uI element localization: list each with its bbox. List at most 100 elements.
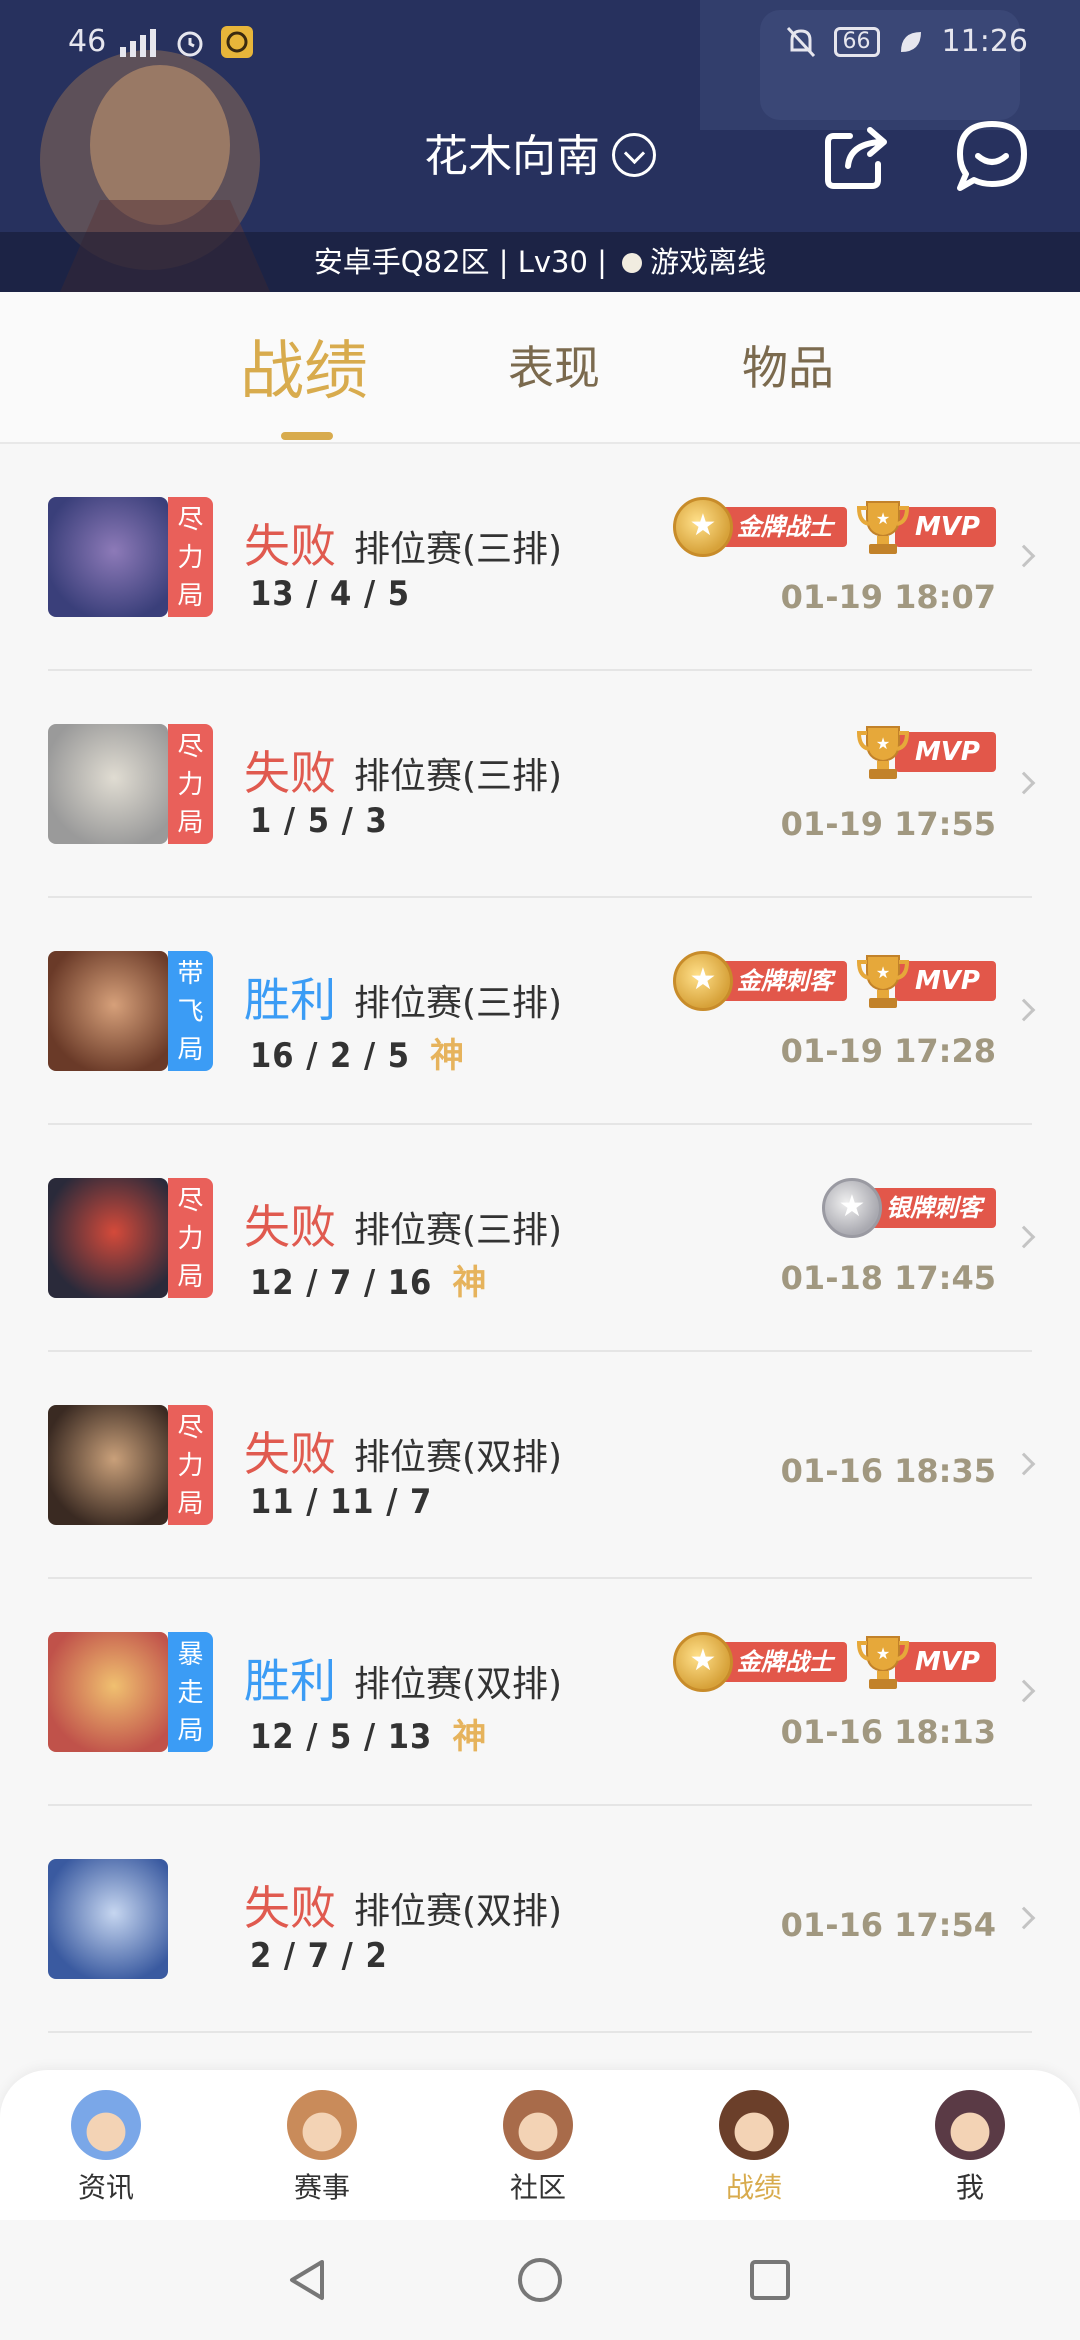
recents-icon[interactable] xyxy=(746,2256,794,2304)
nav-events[interactable]: 赛事 xyxy=(262,2090,382,2206)
tab-items[interactable]: 物品 xyxy=(742,332,834,398)
mvp-label: MVP xyxy=(894,732,996,772)
kda-value: 11 / 11 / 7 xyxy=(250,1482,433,1522)
match-time: 01-19 17:28 xyxy=(780,1032,996,1070)
nav-me-icon xyxy=(935,2090,1005,2160)
svg-text:★: ★ xyxy=(876,963,890,982)
hero-avatar xyxy=(48,1178,168,1298)
chevron-right-icon xyxy=(1012,771,1036,795)
nav-community-label: 社区 xyxy=(509,2171,566,2204)
profile-header: 46 66 11:26 花木向南 安卓手Q82区 | Lv30 | 游戏离线 xyxy=(0,0,1080,292)
medal-badge: 金牌战士 xyxy=(672,1631,847,1693)
kda-stats: 1 / 5 / 3 xyxy=(250,801,388,841)
app-notification-icon xyxy=(221,25,254,58)
kda-stats: 13 / 4 / 5 xyxy=(250,574,410,614)
match-row[interactable]: 带飞局胜利排位赛(三排)16 / 2 / 5神金牌刺客★MVP01-19 17:… xyxy=(0,898,1080,1125)
chat-icon[interactable] xyxy=(954,118,1030,194)
nav-events-icon xyxy=(287,2090,357,2160)
match-time: 01-19 17:55 xyxy=(780,805,996,843)
chevron-right-icon xyxy=(1012,1679,1036,1703)
match-result: 胜利 xyxy=(244,973,336,1027)
medal-icon xyxy=(672,1632,733,1692)
alarm-icon xyxy=(177,31,203,56)
match-time: 01-16 18:13 xyxy=(780,1713,996,1751)
kda-value: 2 / 7 / 2 xyxy=(250,1936,388,1976)
mvp-label: MVP xyxy=(894,507,996,547)
kda-stats: 11 / 11 / 7 xyxy=(250,1482,432,1522)
match-mode: 排位赛(双排) xyxy=(354,1891,563,1932)
nav-me[interactable]: 我 xyxy=(910,2090,1030,2206)
tab-active-indicator xyxy=(281,432,333,440)
kda-value: 12 / 5 / 13 xyxy=(250,1717,433,1757)
offline-dot-icon xyxy=(622,253,643,273)
hero-avatar xyxy=(48,951,168,1071)
match-time: 01-16 18:35 xyxy=(780,1452,996,1490)
nav-records[interactable]: 战绩 xyxy=(694,2090,814,2206)
username: 花木向南 xyxy=(424,131,600,182)
match-result: 失败 xyxy=(244,519,336,573)
svg-text:★: ★ xyxy=(876,1644,890,1663)
mvp-badge: ★ MVP xyxy=(856,952,996,1010)
match-time: 01-19 18:07 xyxy=(780,578,996,616)
achievements: 金牌刺客★MVP xyxy=(672,950,996,1012)
hero-avatar xyxy=(48,497,168,617)
match-result: 胜利 xyxy=(244,1654,336,1708)
match-result: 失败 xyxy=(244,1881,336,1935)
achievements: 银牌刺客 xyxy=(822,1177,996,1239)
kda-value: 16 / 2 / 5 xyxy=(250,1036,411,1076)
status-bar: 46 66 11:26 xyxy=(0,0,1080,86)
match-type-badge: 暴走局 xyxy=(168,1632,213,1752)
god-mark: 神 xyxy=(430,1036,466,1076)
match-result: 失败 xyxy=(244,1427,336,1481)
match-row[interactable]: 尽力局 失败 排位赛(三排) 1 / 5 / 3 ★ MVP 01-19 17:55 xyxy=(0,671,1080,898)
nav-community-icon xyxy=(503,2090,573,2160)
nav-records-icon xyxy=(719,2090,789,2160)
kda-value: 1 / 5 / 3 xyxy=(250,801,388,841)
signal-bars-icon xyxy=(120,28,157,57)
kda-stats: 12 / 7 / 16 神 xyxy=(250,1255,487,1304)
mvp-label: MVP xyxy=(894,961,996,1001)
share-icon[interactable] xyxy=(820,118,896,194)
nav-me-label: 我 xyxy=(955,2171,984,2204)
medal-icon xyxy=(672,497,733,557)
mvp-label: MVP xyxy=(894,1642,996,1682)
match-time: 01-18 17:45 xyxy=(780,1259,996,1297)
match-mode: 排位赛(三排) xyxy=(354,529,563,570)
medal-icon xyxy=(822,1178,882,1238)
achievements: ★ MVP xyxy=(856,723,996,781)
tab-record[interactable]: 战绩 xyxy=(240,320,368,412)
match-time: 01-16 17:54 xyxy=(780,1906,996,1944)
mvp-badge: ★ MVP xyxy=(856,498,996,556)
chevron-right-icon xyxy=(1012,1225,1036,1249)
achievements: 金牌战士 ★MVP xyxy=(672,1631,996,1693)
match-mode: 排位赛(双排) xyxy=(354,1437,563,1478)
tab-performance[interactable]: 表现 xyxy=(508,332,600,398)
chevron-right-icon xyxy=(1012,998,1036,1022)
match-row[interactable]: 失败 排位赛(双排) 2 / 7 / 2 01-16 17:54 xyxy=(0,1806,1080,2033)
back-icon[interactable] xyxy=(284,2256,332,2304)
hero-avatar xyxy=(48,724,168,844)
svg-text:★: ★ xyxy=(876,734,890,753)
kda-value: 12 / 7 / 16 xyxy=(250,1263,433,1303)
match-row[interactable]: 尽力局失败排位赛(三排) 12 / 7 / 16 神 银牌刺客 01-18 17:45 xyxy=(0,1125,1080,1352)
chevron-right-icon xyxy=(1012,544,1036,568)
system-navigation-bar xyxy=(0,2220,1080,2340)
match-row[interactable]: 暴走局胜利排位赛(双排)12 / 5 / 13神 金牌战士 ★MVP 01-16 18… xyxy=(0,1579,1080,1806)
home-icon[interactable] xyxy=(516,2256,564,2304)
match-list: 尽力局失败排位赛(三排)13 / 4 / 5金牌战士★MVP01-19 18:0… xyxy=(0,444,1080,2033)
mvp-badge: ★ MVP xyxy=(856,723,996,781)
hero-avatar xyxy=(48,1859,168,1979)
match-type-badge: 带飞局 xyxy=(168,951,213,1071)
match-mode: 排位赛(双排) xyxy=(354,1664,563,1705)
record-tabs: 战绩 表现 物品 xyxy=(0,292,1080,444)
match-row[interactable]: 尽力局 失败 排位赛(双排) 11 / 11 / 7 01-16 18:35 xyxy=(0,1352,1080,1579)
username-selector[interactable]: 花木向南 xyxy=(0,120,1080,184)
trophy-icon: ★ xyxy=(856,501,909,554)
nav-community[interactable]: 社区 xyxy=(478,2090,598,2206)
kda-value: 13 / 4 / 5 xyxy=(250,574,411,614)
match-row[interactable]: 尽力局失败排位赛(三排)13 / 4 / 5金牌战士★MVP01-19 18:0… xyxy=(0,444,1080,671)
match-type-badge: 尽力局 xyxy=(168,1178,213,1298)
match-result: 失败 xyxy=(244,746,336,800)
kda-stats: 12 / 5 / 13 神 xyxy=(250,1709,487,1758)
nav-news[interactable]: 资讯 xyxy=(46,2090,166,2206)
